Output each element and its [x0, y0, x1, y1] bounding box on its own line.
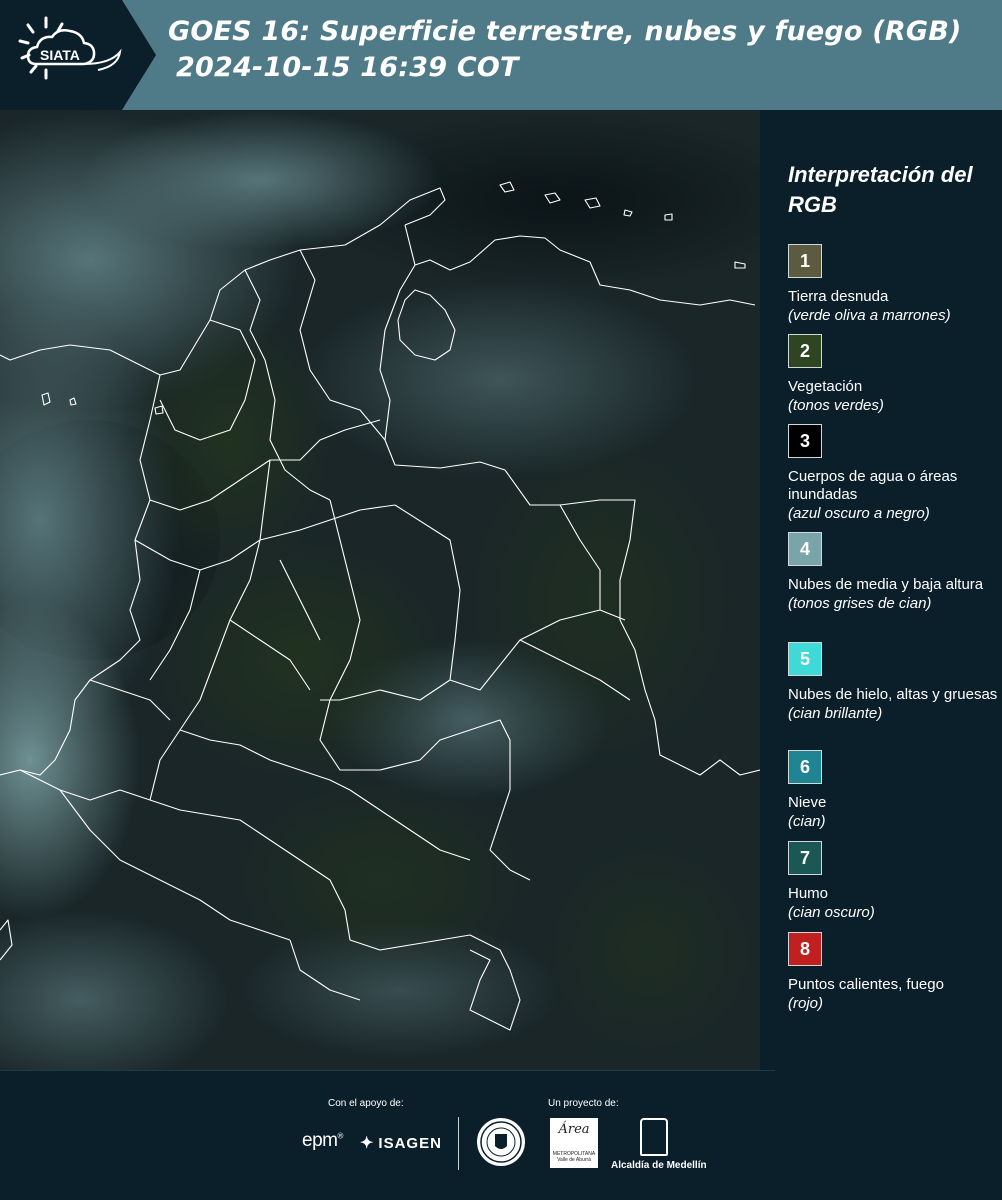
legend-title: Interpretación del RGB — [788, 162, 973, 217]
isagen-icon: ✦ — [360, 1135, 375, 1152]
area-metropolitana-logo[interactable]: Área METROPOLITANA Valle de Aburrá — [550, 1118, 598, 1168]
satellite-map[interactable] — [0, 110, 760, 1070]
legend-swatch-3: 3 — [788, 424, 822, 458]
page: SIATA GOES 16: Superficie terrestre, nub… — [0, 0, 1002, 1200]
footer-vertical-divider — [458, 1117, 459, 1170]
footer-divider — [0, 1070, 775, 1071]
header-bar: SIATA GOES 16: Superficie terrestre, nub… — [0, 0, 1002, 110]
legend-item-2: 2 Vegetación (tonos verdes) — [788, 334, 998, 416]
area-logo-sub: METROPOLITANA Valle de Aburrá — [552, 1151, 596, 1163]
legend-item-8: 8 Puntos calientes, fuego (rojo) — [788, 932, 998, 1014]
legend-swatch-8: 8 — [788, 932, 822, 966]
legend-label-6: Nieve — [788, 794, 827, 811]
legend-panel: Interpretación del RGB 1 Tierra desnuda … — [760, 110, 1002, 1070]
title-datetime: 2024-10-15 16:39 COT — [176, 52, 519, 83]
map-image — [0, 110, 760, 1070]
legend-sub-8: (rojo) — [788, 995, 824, 1012]
legend-sub-1: (verde oliva a marrones) — [788, 307, 951, 324]
support-label: Con el apoyo de: — [328, 1098, 404, 1109]
legend-item-4: 4 Nubes de media y baja altura (tonos gr… — [788, 532, 998, 614]
legend-item-6: 6 Nieve (cian) — [788, 750, 998, 832]
epm-text: epm — [302, 1130, 338, 1151]
legend-item-1: 1 Tierra desnuda (verde oliva a marrones… — [788, 244, 998, 326]
legend-sub-2: (tonos verdes) — [788, 397, 884, 414]
legend-sub-3: (azul oscuro a negro) — [788, 505, 930, 522]
legend-sub-4: (tonos grises de cian) — [788, 595, 932, 612]
footer: Con el apoyo de: Un proyecto de: epm® ✦ I… — [0, 1070, 1002, 1200]
logo-text: SIATA — [40, 47, 80, 63]
legend-label-1: Tierra desnuda — [788, 288, 889, 305]
project-label: Un proyecto de: — [548, 1098, 619, 1109]
alcaldia-logo-text[interactable]: Alcaldía de Medellín — [611, 1160, 707, 1171]
legend-swatch-1: 1 — [788, 244, 822, 278]
page-title: GOES 16: Superficie terrestre, nubes y f… — [168, 14, 998, 86]
legend-label-2: Vegetación — [788, 378, 863, 395]
university-seal-logo[interactable] — [477, 1118, 525, 1166]
siata-logo[interactable]: SIATA — [0, 0, 160, 110]
legend-label-7: Humo — [788, 885, 829, 902]
legend-sub-6: (cian) — [788, 813, 826, 830]
legend-item-7: 7 Humo (cian oscuro) — [788, 841, 998, 923]
area-logo-text: Área — [558, 1122, 590, 1137]
legend-item-5: 5 Nubes de hielo, altas y gruesas (cian … — [788, 642, 998, 724]
isagen-text: ISAGEN — [378, 1135, 442, 1152]
logo-shape: SIATA — [0, 0, 156, 110]
legend-label-8: Puntos calientes, fuego — [788, 976, 944, 993]
alcaldia-shield-icon — [640, 1118, 668, 1156]
seal-icon — [480, 1121, 522, 1163]
isagen-logo[interactable]: ✦ ISAGEN — [360, 1133, 442, 1153]
legend-sub-7: (cian oscuro) — [788, 904, 875, 921]
legend-swatch-7: 7 — [788, 841, 822, 875]
legend-label-5: Nubes de hielo, altas y gruesas — [788, 686, 998, 703]
title-line1: GOES 16: Superficie terrestre, nubes y f… — [168, 16, 962, 47]
legend-item-3: 3 Cuerpos de agua o áreas inundadas (azu… — [788, 424, 998, 524]
legend-swatch-6: 6 — [788, 750, 822, 784]
epm-logo[interactable]: epm® — [302, 1130, 343, 1152]
legend-swatch-2: 2 — [788, 334, 822, 368]
legend-swatch-4: 4 — [788, 532, 822, 566]
legend-swatch-5: 5 — [788, 642, 822, 676]
legend-label-3: Cuerpos de agua o áreas inundadas — [788, 468, 958, 503]
legend-sub-5: (cian brillante) — [788, 705, 883, 722]
legend-label-4: Nubes de media y baja altura — [788, 576, 984, 593]
